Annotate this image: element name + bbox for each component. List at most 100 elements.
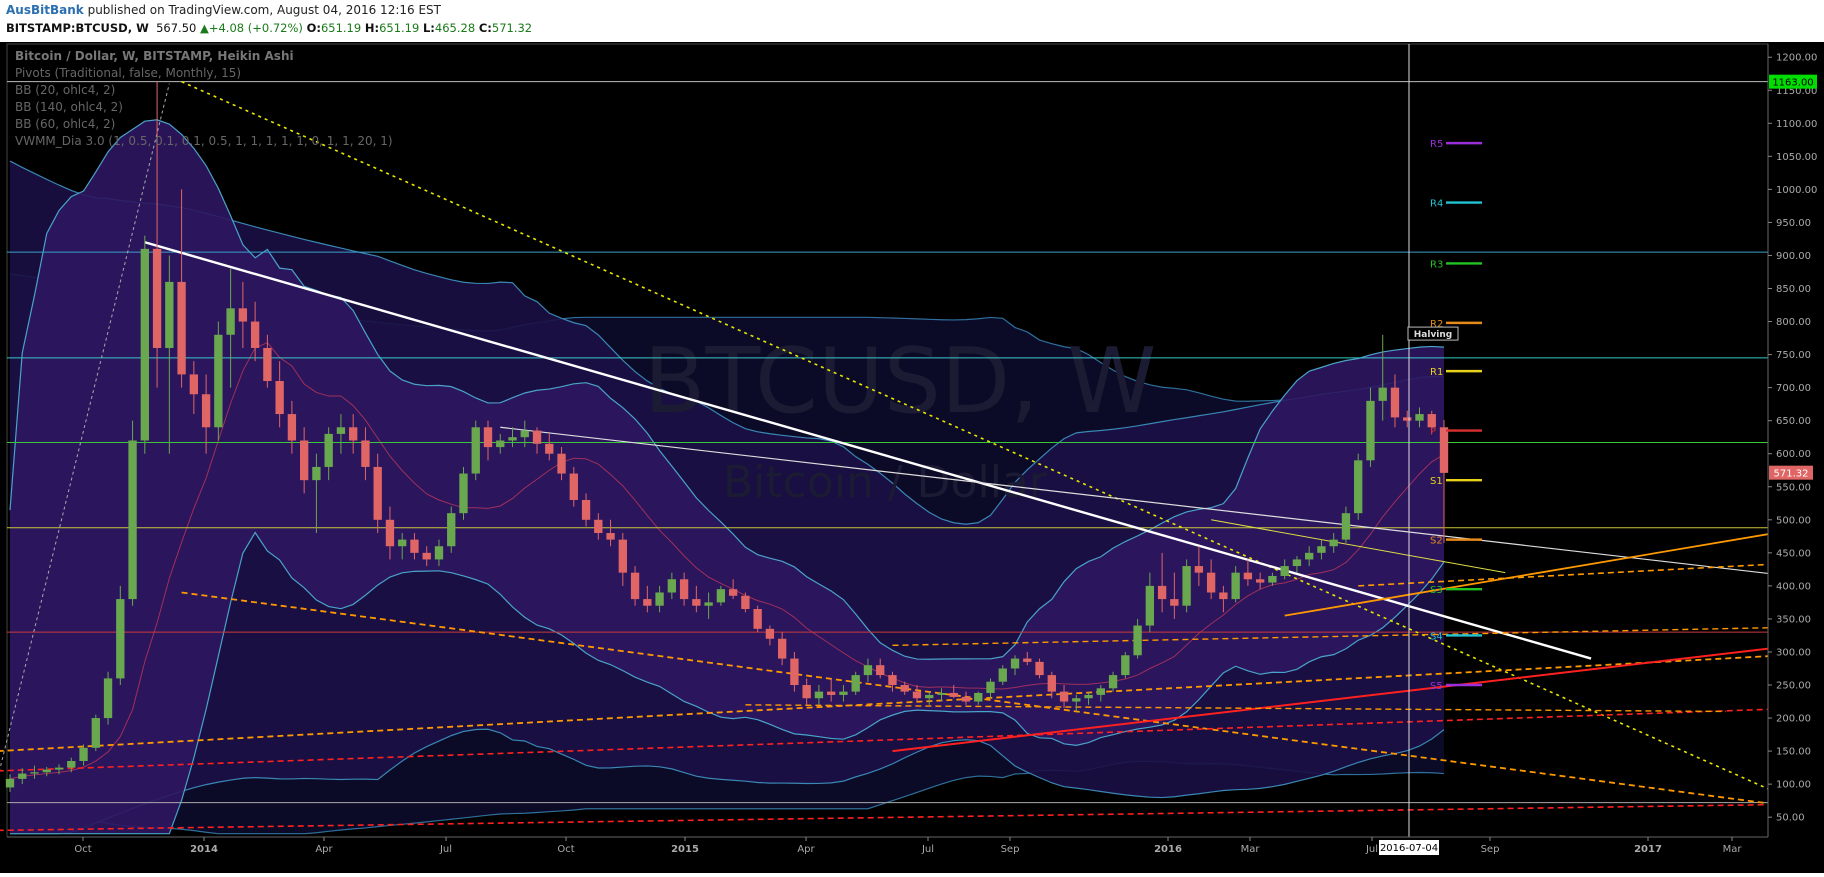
author-link[interactable]: AusBitBank — [6, 3, 84, 17]
candle-body — [900, 685, 909, 692]
candle-body — [140, 248, 149, 441]
pivot-s4-label: S4 — [1430, 631, 1443, 642]
candle-body — [1133, 625, 1142, 656]
legend-line-0: Bitcoin / Dollar, W, BITSTAMP, Heikin As… — [15, 49, 294, 63]
candle-body — [655, 592, 664, 606]
low-value: 465.28 — [434, 21, 476, 35]
price-tick-label: 50.00 — [1776, 813, 1805, 824]
candle-body — [753, 609, 762, 629]
time-axis-area — [0, 837, 1824, 873]
candle-body — [1403, 417, 1412, 421]
price-tick-label: 900.00 — [1776, 251, 1811, 262]
candle — [91, 714, 100, 752]
time-tick-label: 2014 — [190, 844, 218, 855]
legend-line-2: BB (20, ohlc4, 2) — [15, 83, 115, 97]
open-value: 651.19 — [320, 21, 362, 35]
candle-body — [349, 427, 358, 441]
candle-body — [67, 761, 76, 768]
candle-body — [569, 473, 578, 500]
candle-body — [1305, 552, 1314, 560]
candle-body — [361, 440, 370, 467]
candle — [1182, 559, 1191, 613]
candle-body — [410, 539, 419, 553]
price-tick-label: 200.00 — [1776, 714, 1811, 725]
candle-body — [483, 427, 493, 448]
publish-info: AusBitBank published on TradingView.com,… — [6, 3, 441, 17]
candle-body — [839, 691, 848, 695]
candle-body — [1329, 539, 1338, 547]
price-tick-label: 100.00 — [1776, 780, 1811, 791]
price-tick-label: 500.00 — [1776, 515, 1811, 526]
up-arrow-icon: ▲ — [200, 21, 209, 35]
candle-body — [1059, 691, 1069, 702]
candle-body — [1035, 661, 1044, 676]
close-label: C: — [478, 21, 492, 35]
price-tick-label: 1100.00 — [1776, 119, 1817, 130]
candle-body — [496, 440, 505, 448]
candle — [1121, 651, 1130, 679]
candle-body — [1317, 546, 1326, 553]
candle — [1354, 453, 1363, 520]
candle-body — [876, 665, 885, 676]
time-tick-label: 2016 — [1154, 844, 1182, 855]
pivot-r1-label: R1 — [1430, 367, 1443, 378]
price-tick-label: 350.00 — [1776, 614, 1811, 625]
candle-body — [532, 430, 542, 444]
price-chart[interactable]: BTCUSD, W Bitcoin / Dollar R5R4R3R2R1PS1… — [0, 42, 1824, 873]
candle-body — [214, 334, 223, 428]
candle-body — [728, 589, 738, 596]
candle-body — [128, 440, 137, 600]
candle-body — [1145, 585, 1155, 626]
candle-body — [1072, 698, 1081, 702]
price-tick-label: 950.00 — [1776, 218, 1811, 229]
candle-body — [324, 433, 333, 467]
candle-body — [1121, 655, 1130, 676]
legend-line-5: VWMM_Dia 3.0 (1, 0.5, 0.1, 0.1, 0.5, 1, … — [15, 134, 393, 148]
time-tick-label: Oct — [74, 844, 91, 855]
candle-body — [937, 692, 946, 695]
candle-body — [1390, 387, 1400, 418]
candle-body — [790, 658, 799, 686]
price-tick-label: 750.00 — [1776, 350, 1811, 361]
chart-area[interactable]: BTCUSD, W Bitcoin / Dollar R5 R4 R3 R2 R1 P S1… — [0, 42, 1824, 873]
candle-body — [827, 691, 836, 695]
candle-body — [667, 579, 677, 593]
price-tick-label: 650.00 — [1776, 416, 1811, 427]
time-tick-label: Jul — [439, 844, 452, 855]
candle — [447, 506, 456, 553]
publish-text: published on TradingView.com, August 04,… — [87, 3, 441, 17]
candle-body — [1341, 513, 1351, 540]
candle-body — [643, 599, 652, 606]
candle — [471, 420, 480, 481]
candle-body — [961, 696, 971, 702]
candle-body — [1378, 387, 1387, 401]
candle-body — [201, 394, 211, 428]
time-tick-label: Sep — [1001, 844, 1020, 855]
watermark-subtitle: Bitcoin / Dollar — [723, 457, 1048, 508]
legend-line-4: BB (60, ohlc4, 2) — [15, 117, 115, 131]
high-value: 651.19 — [379, 21, 420, 35]
candle-body — [312, 466, 321, 481]
candle-body — [1194, 566, 1204, 573]
low-label: L: — [422, 21, 435, 35]
candle — [459, 466, 468, 520]
candle-body — [1415, 414, 1424, 421]
time-tick-label: Jul — [921, 844, 934, 855]
candle-body — [54, 767, 64, 770]
candle-body — [263, 347, 272, 382]
candle-body — [30, 772, 39, 774]
time-tick-label: Oct — [557, 844, 574, 855]
candle-body — [177, 281, 186, 375]
close-value: 571.32 — [491, 21, 533, 35]
last-price: 567.50 — [156, 21, 197, 35]
candle-body — [471, 427, 480, 474]
candle-body — [1108, 675, 1118, 689]
candle-body — [1366, 400, 1375, 461]
candle-body — [814, 691, 824, 699]
candle-body — [275, 381, 284, 415]
price-tick-label: 850.00 — [1776, 284, 1811, 295]
candle-body — [116, 599, 125, 679]
candle-body — [912, 691, 922, 699]
time-tick-label: Mar — [1241, 844, 1261, 855]
price-tick-label: 300.00 — [1776, 647, 1811, 658]
